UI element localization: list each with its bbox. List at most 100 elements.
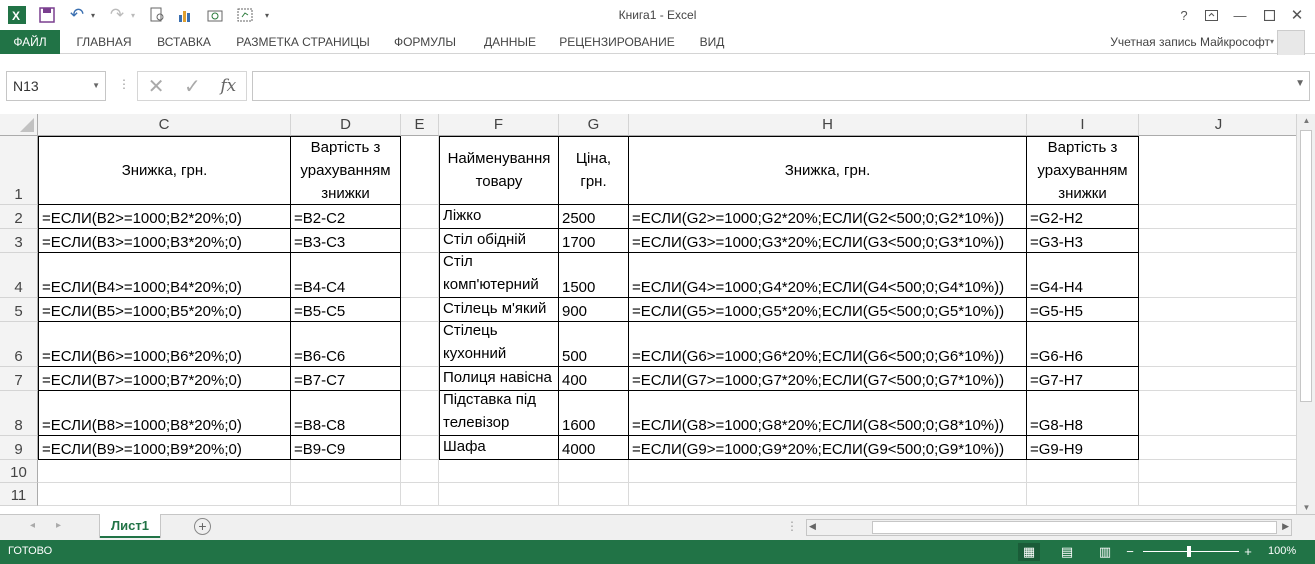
vertical-scroll-thumb[interactable]: [1300, 130, 1312, 402]
cancel-icon[interactable]: ✕: [148, 74, 165, 99]
cell-e10[interactable]: [401, 460, 439, 483]
column-header-i[interactable]: I: [1027, 114, 1139, 136]
help-icon[interactable]: ?: [1172, 4, 1196, 26]
cell-h5[interactable]: =ЕСЛИ(G5>=1000;G5*20%;ЕСЛИ(G5<500;0;G5*1…: [629, 298, 1027, 322]
cell-e8[interactable]: [401, 391, 439, 436]
cell-e1[interactable]: [401, 136, 439, 205]
cell-j9[interactable]: [1139, 436, 1296, 460]
cell-d2[interactable]: =B2-C2: [291, 205, 401, 229]
account-dropdown-icon[interactable]: ▾: [1270, 37, 1274, 46]
cell-h1[interactable]: Знижка, грн.: [629, 136, 1027, 205]
cell-c1[interactable]: Знижка, грн.: [38, 136, 291, 205]
cell-i11[interactable]: [1027, 483, 1139, 506]
cell-c3[interactable]: =ЕСЛИ(B3>=1000;B3*20%;0): [38, 229, 291, 253]
cell-h4[interactable]: =ЕСЛИ(G4>=1000;G4*20%;ЕСЛИ(G4<500;0;G4*1…: [629, 253, 1027, 298]
zoom-level[interactable]: 100%: [1268, 545, 1296, 557]
cell-h3[interactable]: =ЕСЛИ(G3>=1000;G3*20%;ЕСЛИ(G3<500;0;G3*1…: [629, 229, 1027, 253]
cell-j5[interactable]: [1139, 298, 1296, 322]
tab-home[interactable]: ГЛАВНАЯ: [66, 30, 142, 54]
sheet-tab-active[interactable]: Лист1: [100, 514, 160, 538]
maximize-icon[interactable]: [1257, 4, 1281, 26]
cell-g11[interactable]: [559, 483, 629, 506]
cell-f1[interactable]: Найменування товару: [439, 136, 559, 205]
vertical-scrollbar[interactable]: ▲ ▼: [1296, 114, 1315, 514]
cell-e6[interactable]: [401, 322, 439, 367]
scroll-up-icon[interactable]: ▲: [1297, 116, 1315, 125]
cell-g5[interactable]: 900: [559, 298, 629, 322]
column-header-d[interactable]: D: [291, 114, 401, 136]
enter-icon[interactable]: ✓: [184, 74, 201, 99]
cell-g9[interactable]: 4000: [559, 436, 629, 460]
cell-c9[interactable]: =ЕСЛИ(B9>=1000;B9*20%;0): [38, 436, 291, 460]
avatar[interactable]: [1277, 30, 1305, 56]
cell-j7[interactable]: [1139, 367, 1296, 391]
cell-c7[interactable]: =ЕСЛИ(B7>=1000;B7*20%;0): [38, 367, 291, 391]
cell-g3[interactable]: 1700: [559, 229, 629, 253]
cell-c4[interactable]: =ЕСЛИ(B4>=1000;B4*20%;0): [38, 253, 291, 298]
cell-j1[interactable]: [1139, 136, 1296, 205]
name-box[interactable]: N13 ▼: [6, 71, 106, 101]
cell-j10[interactable]: [1139, 460, 1296, 483]
cell-g10[interactable]: [559, 460, 629, 483]
zoom-in-icon[interactable]: +: [1241, 543, 1255, 561]
row-header-11[interactable]: 11: [0, 483, 38, 506]
sheet-next-icon[interactable]: ▸: [56, 520, 61, 531]
cell-g2[interactable]: 2500: [559, 205, 629, 229]
cell-i9[interactable]: =G9-H9: [1027, 436, 1139, 460]
row-header-8[interactable]: 8: [0, 391, 38, 436]
row-header-4[interactable]: 4: [0, 253, 38, 298]
cell-g7[interactable]: 400: [559, 367, 629, 391]
row-header-6[interactable]: 6: [0, 322, 38, 367]
cell-i2[interactable]: =G2-H2: [1027, 205, 1139, 229]
cell-d10[interactable]: [291, 460, 401, 483]
cell-e4[interactable]: [401, 253, 439, 298]
cell-f11[interactable]: [439, 483, 559, 506]
cell-i7[interactable]: =G7-H7: [1027, 367, 1139, 391]
cell-i3[interactable]: =G3-H3: [1027, 229, 1139, 253]
close-icon[interactable]: ✕: [1285, 4, 1309, 26]
normal-view-icon[interactable]: ▦: [1018, 543, 1040, 561]
scroll-left-icon[interactable]: ◀: [809, 521, 816, 532]
tab-split-handle-icon[interactable]: ⋮: [786, 519, 798, 533]
cell-j4[interactable]: [1139, 253, 1296, 298]
cell-f4[interactable]: Стіл комп'ютерний: [439, 253, 559, 298]
cell-f9[interactable]: Шафа: [439, 436, 559, 460]
cell-c6[interactable]: =ЕСЛИ(B6>=1000;B6*20%;0): [38, 322, 291, 367]
cell-j3[interactable]: [1139, 229, 1296, 253]
cell-d6[interactable]: =B6-C6: [291, 322, 401, 367]
cell-c5[interactable]: =ЕСЛИ(B5>=1000;B5*20%;0): [38, 298, 291, 322]
row-header-10[interactable]: 10: [0, 460, 38, 483]
scroll-down-icon[interactable]: ▼: [1297, 503, 1315, 512]
zoom-slider-thumb[interactable]: [1187, 546, 1191, 557]
cell-e11[interactable]: [401, 483, 439, 506]
tab-insert[interactable]: ВСТАВКА: [148, 30, 220, 54]
cell-f10[interactable]: [439, 460, 559, 483]
tab-page-layout[interactable]: РАЗМЕТКА СТРАНИЦЫ: [230, 30, 376, 54]
scroll-right-icon[interactable]: ▶: [1282, 521, 1289, 532]
cell-j11[interactable]: [1139, 483, 1296, 506]
cell-d11[interactable]: [291, 483, 401, 506]
cell-g4[interactable]: 1500: [559, 253, 629, 298]
row-header-5[interactable]: 5: [0, 298, 38, 322]
add-sheet-button[interactable]: +: [194, 518, 211, 535]
cell-i6[interactable]: =G6-H6: [1027, 322, 1139, 367]
column-header-h[interactable]: H: [629, 114, 1027, 136]
formula-input[interactable]: ▼: [252, 71, 1310, 101]
tab-file[interactable]: ФАЙЛ: [0, 30, 60, 54]
page-layout-view-icon[interactable]: ▤: [1056, 543, 1078, 561]
tab-view[interactable]: ВИД: [690, 30, 734, 54]
row-header-7[interactable]: 7: [0, 367, 38, 391]
cell-d5[interactable]: =B5-C5: [291, 298, 401, 322]
tab-review[interactable]: РЕЦЕНЗИРОВАНИЕ: [556, 30, 678, 54]
cell-d1[interactable]: Вартість з урахуванням знижки: [291, 136, 401, 205]
cell-h8[interactable]: =ЕСЛИ(G8>=1000;G8*20%;ЕСЛИ(G8<500;0;G8*1…: [629, 391, 1027, 436]
cell-j6[interactable]: [1139, 322, 1296, 367]
zoom-slider[interactable]: [1143, 551, 1239, 552]
row-header-3[interactable]: 3: [0, 229, 38, 253]
cell-e9[interactable]: [401, 436, 439, 460]
page-break-preview-icon[interactable]: ▥: [1094, 543, 1116, 561]
cell-d9[interactable]: =B9-C9: [291, 436, 401, 460]
worksheet-grid[interactable]: CDEFGHIJ 1 2 3 4 5 6 7 8 9 10 11 Знижка, грн. Варті…: [0, 114, 1296, 514]
expand-formula-bar-icon[interactable]: ▼: [1295, 78, 1305, 89]
cell-e2[interactable]: [401, 205, 439, 229]
